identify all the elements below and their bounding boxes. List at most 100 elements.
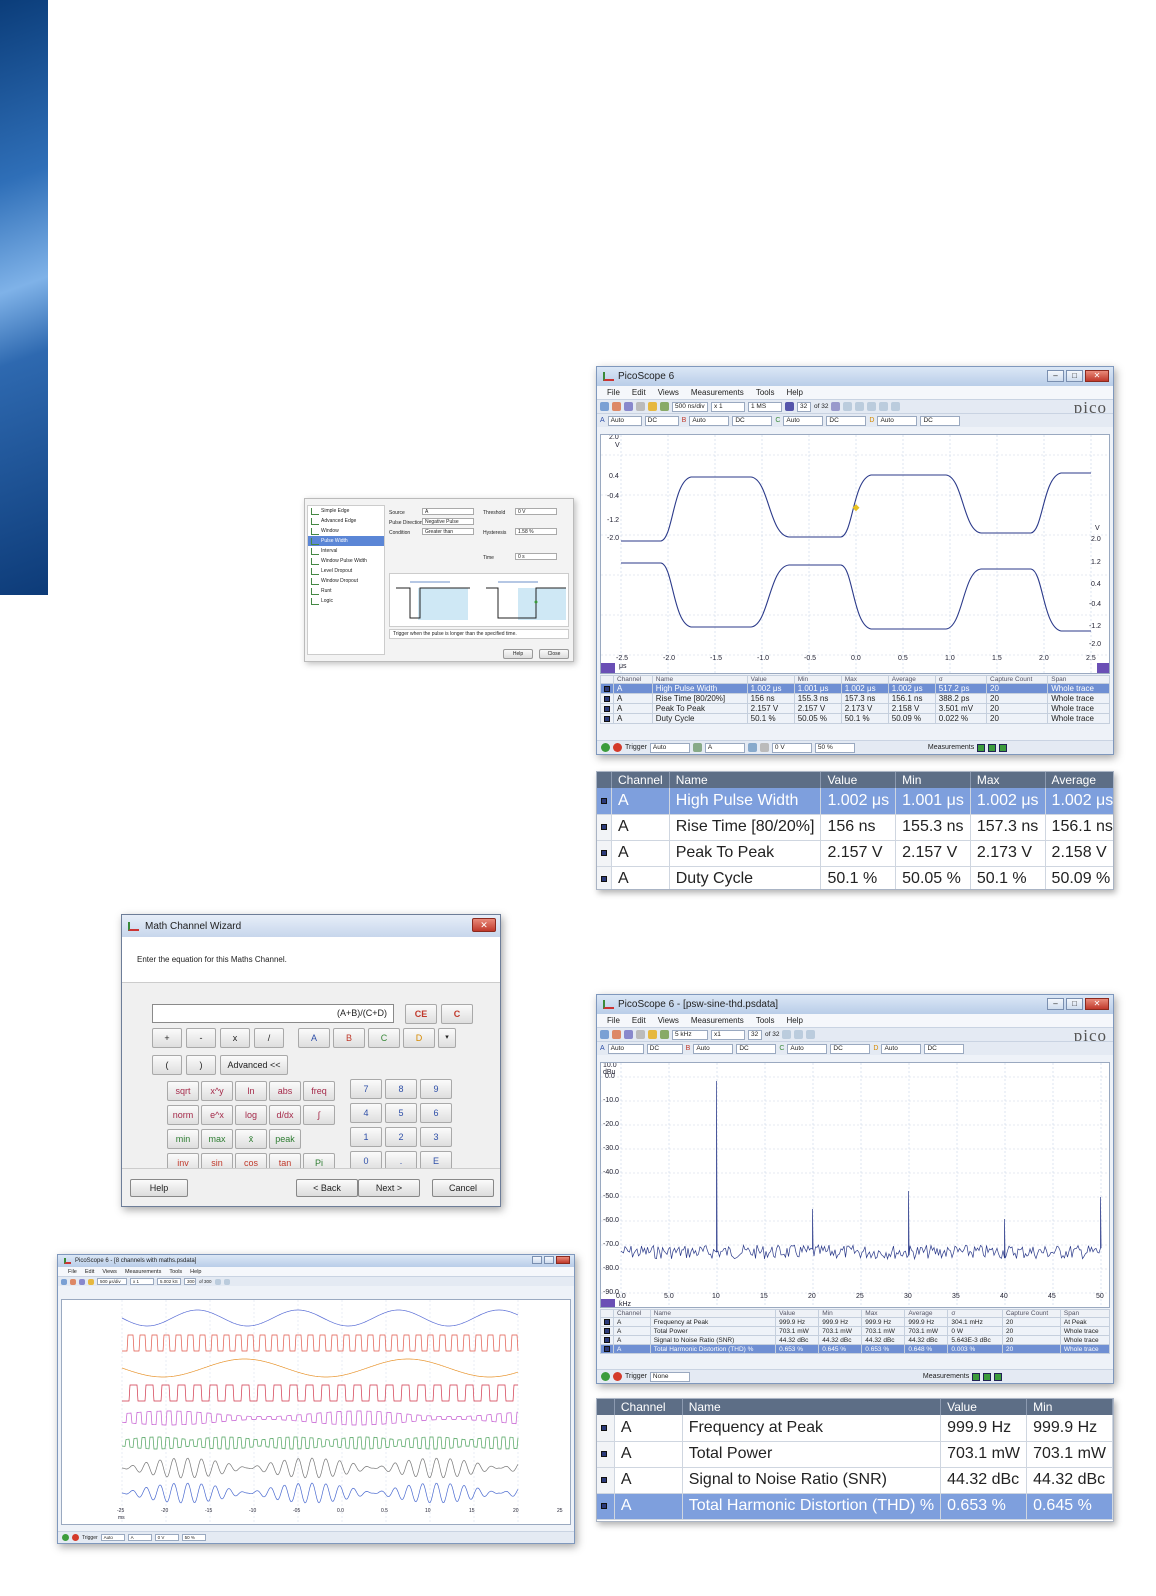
menu-edit[interactable]: Edit <box>632 388 646 397</box>
maximize-button[interactable]: □ <box>1066 370 1083 382</box>
menu-measurements[interactable]: Measurements <box>691 1016 744 1025</box>
row-checkbox[interactable] <box>601 1424 607 1431</box>
zoom-out-icon[interactable] <box>806 1030 816 1039</box>
trigger-source-select[interactable]: A <box>127 1534 152 1541</box>
clear-button[interactable]: C <box>441 1004 473 1024</box>
menu-views[interactable]: Views <box>658 388 679 397</box>
pretrigger-input[interactable]: 50 % <box>814 742 855 753</box>
buffer-index-input[interactable]: 300 <box>184 1278 196 1285</box>
buffer-index-input[interactable]: 32 <box>748 1029 762 1040</box>
pointer-tool-icon[interactable] <box>782 1030 792 1039</box>
table-row[interactable]: A Rise Time [80/20%] 156 ns 155.3 ns 157.3 n… <box>600 693 1110 704</box>
menu-views[interactable]: Views <box>102 1269 117 1275</box>
plus-button[interactable]: + <box>152 1028 182 1048</box>
table-row[interactable]: A Duty Cycle 50.1 % 50.05 % 50.1 % 50.09 % <box>597 866 1113 889</box>
hysteresis-input[interactable]: 1.58 % <box>515 528 557 535</box>
stop-capture-icon[interactable] <box>72 1534 79 1541</box>
start-capture-icon[interactable] <box>601 743 610 752</box>
minimize-button[interactable]: – <box>1047 998 1064 1010</box>
edit-measurement-icon[interactable] <box>988 743 997 752</box>
channel-b-range[interactable]: Auto <box>693 1043 734 1054</box>
open-paren-button[interactable]: ( <box>152 1055 182 1075</box>
channel-d-button[interactable]: D <box>403 1028 435 1048</box>
digit-6-button[interactable]: 6 <box>420 1103 452 1123</box>
row-checkbox[interactable] <box>601 823 607 830</box>
channel-d-coupling[interactable]: DC <box>924 1043 965 1054</box>
wizard-icon[interactable] <box>648 402 657 411</box>
channel-b-coupling[interactable]: DC <box>732 415 773 426</box>
minus-button[interactable]: - <box>186 1028 216 1048</box>
channel-a-range[interactable]: Auto <box>607 1043 644 1054</box>
wizard-icon[interactable] <box>88 1278 94 1285</box>
table-row[interactable]: A Peak To Peak 2.157 V 2.157 V 2.173 V 2.158 … <box>597 840 1113 867</box>
close-dialog-button[interactable]: Close <box>539 649 569 659</box>
persistence-mode-icon[interactable] <box>612 1030 621 1039</box>
buffer-next-icon[interactable] <box>831 402 841 411</box>
rising-edge-icon[interactable] <box>747 743 757 752</box>
func-power-button[interactable]: x^y <box>201 1081 233 1101</box>
menu-edit[interactable]: Edit <box>632 1016 646 1025</box>
wizard-next-button[interactable]: Next > <box>358 1179 420 1197</box>
table-row[interactable]: A Duty Cycle 50.1 % 50.05 % 50.1 % 50.09 % 0.0… <box>600 713 1110 724</box>
channel-b-coupling[interactable]: DC <box>736 1043 777 1054</box>
digit-1-button[interactable]: 1 <box>350 1127 382 1147</box>
time-input[interactable]: 0 s <box>515 553 557 560</box>
func-min-button[interactable]: min <box>167 1129 199 1149</box>
func-max-button[interactable]: max <box>201 1129 233 1149</box>
close-button[interactable]: ✕ <box>1085 370 1109 382</box>
table-row[interactable]: A Frequency at Peak 999.9 Hz 999.9 Hz 999.9 … <box>600 1317 1111 1327</box>
maximize-button[interactable] <box>544 1256 554 1264</box>
row-checkbox[interactable] <box>601 1502 607 1509</box>
table-row[interactable]: A Total Harmonic Distortion (THD) % 0.653 … <box>600 1344 1111 1354</box>
func-peak-button[interactable]: peak <box>269 1129 301 1149</box>
digit-5-button[interactable]: 5 <box>385 1103 417 1123</box>
digit-9-button[interactable]: 9 <box>420 1079 452 1099</box>
row-checkbox[interactable] <box>601 797 607 804</box>
samples-select[interactable]: 5.002 kS <box>157 1278 181 1285</box>
start-capture-icon[interactable] <box>601 1372 610 1381</box>
spectrum-mode-icon[interactable] <box>624 402 633 411</box>
func-sqrt-button[interactable]: sqrt <box>167 1081 199 1101</box>
row-checkbox[interactable] <box>604 1318 610 1325</box>
wizard-cancel-button[interactable]: Cancel <box>432 1179 494 1197</box>
close-paren-button[interactable]: ) <box>186 1055 216 1075</box>
pointer-tool-icon[interactable] <box>214 1278 221 1285</box>
trigger-mode-select[interactable]: Auto <box>649 742 690 753</box>
table-row[interactable]: A Rise Time [80/20%] 156 ns 155.3 ns 157.3 n… <box>597 814 1113 841</box>
func-ln-button[interactable]: ln <box>235 1081 267 1101</box>
buffer-index-input[interactable]: 32 <box>797 401 811 412</box>
row-checkbox[interactable] <box>601 1450 607 1457</box>
table-row[interactable]: A Total Power 703.1 mW 703.1 mW <box>597 1441 1113 1468</box>
timebase-select[interactable]: 500 μs/div <box>97 1278 127 1285</box>
add-measurement-icon[interactable] <box>972 1372 981 1381</box>
pretrigger-input[interactable]: 50 % <box>181 1534 206 1541</box>
channel-c-range[interactable]: Auto <box>783 415 824 426</box>
minimize-button[interactable]: – <box>1047 370 1064 382</box>
divide-button[interactable]: / <box>254 1028 284 1048</box>
stop-capture-icon[interactable] <box>613 1372 622 1381</box>
trigger-level-input[interactable]: 0 V <box>154 1534 179 1541</box>
persistence-mode-icon[interactable] <box>612 402 621 411</box>
table-row[interactable]: A Signal to Noise Ratio (SNR) 44.32 dBc 44.… <box>597 1467 1113 1494</box>
buffer-first-icon[interactable] <box>785 402 794 411</box>
spectrum-mode-icon[interactable] <box>624 1030 633 1039</box>
table-row[interactable]: A Frequency at Peak 999.9 Hz 999.9 Hz <box>597 1415 1113 1442</box>
zoom-out-icon[interactable] <box>879 402 889 411</box>
menu-file[interactable]: File <box>607 1016 620 1025</box>
digit-7-button[interactable]: 7 <box>350 1079 382 1099</box>
menu-measurements[interactable]: Measurements <box>125 1269 161 1275</box>
eight-channel-scope-view[interactable]: -25 -20 -15 -10 -05 0.0 0.5 10 15 20 25 ms <box>61 1299 571 1525</box>
home-icon[interactable] <box>660 402 669 411</box>
channel-b-range[interactable]: Auto <box>689 415 730 426</box>
timebase-select[interactable]: 500 ns/div <box>672 401 708 412</box>
func-log-button[interactable]: log <box>235 1105 267 1125</box>
channel-a-coupling[interactable]: DC <box>644 415 679 426</box>
trigger-level-input[interactable]: 0 V <box>771 742 812 753</box>
scope-mode-icon[interactable] <box>600 1030 609 1039</box>
table-row[interactable]: A High Pulse Width 1.002 μs 1.001 μs 1.002 μ… <box>600 683 1110 694</box>
row-checkbox[interactable] <box>604 1327 610 1334</box>
hand-tool-icon[interactable] <box>855 402 865 411</box>
wizard-icon[interactable] <box>648 1030 657 1039</box>
trigger-type-window-dropout[interactable]: Window Dropout <box>308 576 384 586</box>
add-measurement-icon[interactable] <box>977 743 986 752</box>
